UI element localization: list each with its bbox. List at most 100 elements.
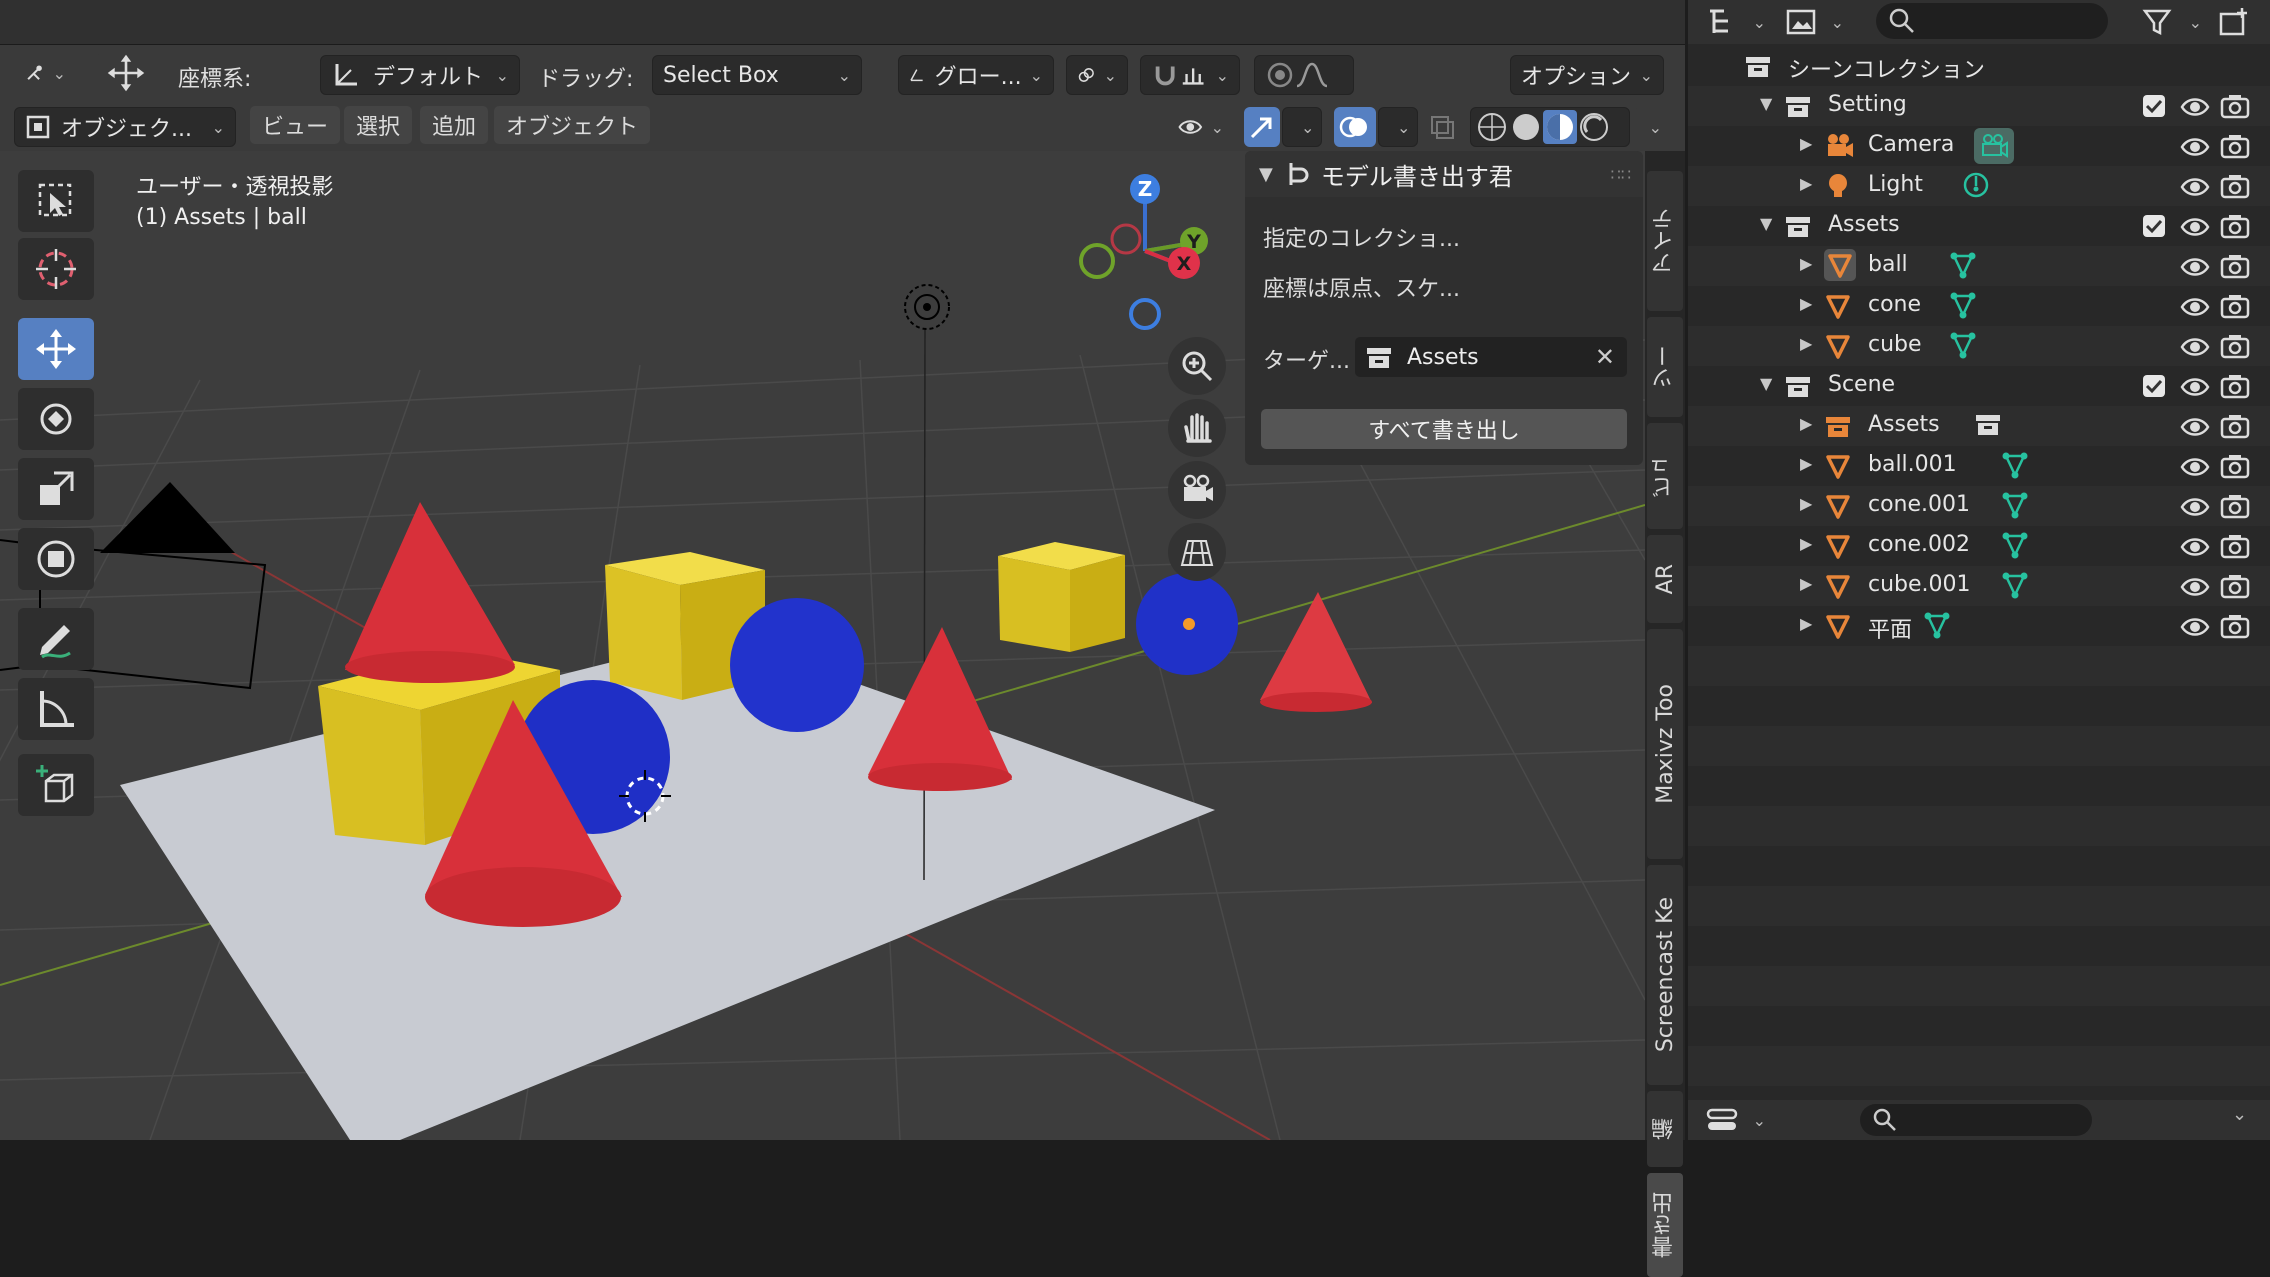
- outliner-row[interactable]: ▶ cone.001: [1688, 486, 2270, 526]
- outliner-row[interactable]: ▶ cube.001: [1688, 566, 2270, 606]
- add-cube-tool[interactable]: [18, 754, 94, 816]
- pivot-point-dropdown[interactable]: ⌄: [1066, 55, 1128, 95]
- solid-shading-icon[interactable]: [1509, 110, 1543, 144]
- shading-dropdown[interactable]: ⌄: [1634, 107, 1666, 147]
- expand-arrow-icon[interactable]: ▶: [1800, 494, 1812, 513]
- editor-type-dropdown[interactable]: ⌄: [1706, 4, 1766, 40]
- rotate-tool[interactable]: [18, 388, 94, 450]
- cursor-tool[interactable]: [18, 238, 94, 300]
- cone-far-object[interactable]: [1260, 592, 1372, 712]
- expand-arrow-icon[interactable]: ▶: [1800, 534, 1812, 553]
- transform-mode-button[interactable]: [96, 53, 156, 93]
- outliner-row[interactable]: ▶ ball.001: [1688, 446, 2270, 486]
- eye-icon[interactable]: [2180, 534, 2210, 562]
- render-camera-icon[interactable]: [2220, 572, 2250, 600]
- menu-object[interactable]: オブジェクト: [494, 106, 651, 144]
- menu-select[interactable]: 選択: [344, 106, 413, 144]
- drag-handle-icon[interactable]: ∷∷: [1611, 165, 1631, 184]
- annotate-tool[interactable]: [18, 608, 94, 670]
- eye-icon[interactable]: [2180, 414, 2210, 442]
- mesh-data-icon[interactable]: [1948, 330, 1976, 359]
- eye-icon[interactable]: [2180, 214, 2210, 242]
- outliner-row[interactable]: ▶ Camera: [1688, 126, 2270, 166]
- ball-mid-object[interactable]: [730, 598, 864, 732]
- render-camera-icon[interactable]: [2220, 132, 2250, 160]
- scale-tool[interactable]: [18, 458, 94, 520]
- exclude-checkbox[interactable]: [2142, 94, 2172, 122]
- expand-arrow-icon[interactable]: ▶: [1800, 334, 1812, 353]
- visibility-dropdown[interactable]: ⌄: [1168, 107, 1234, 147]
- outliner-row[interactable]: ▶ cone.002: [1688, 526, 2270, 566]
- render-camera-icon[interactable]: [2220, 532, 2250, 560]
- expand-arrow-icon[interactable]: ▶: [1800, 254, 1812, 273]
- light-data-icon[interactable]: [1961, 170, 1989, 198]
- tab-export[interactable]: 書き出: [1647, 1173, 1683, 1277]
- ortho-toggle-button[interactable]: [1168, 523, 1226, 581]
- material-shading-active[interactable]: [1543, 110, 1577, 144]
- render-camera-icon[interactable]: [2220, 172, 2250, 200]
- options-dropdown[interactable]: オプション ⌄: [1510, 55, 1664, 95]
- select-box-tool[interactable]: [18, 170, 94, 232]
- wireframe-shading-icon[interactable]: [1475, 110, 1509, 144]
- collapse-arrow-icon[interactable]: ▼: [1760, 214, 1772, 233]
- eye-icon[interactable]: [2180, 494, 2210, 522]
- outliner-row[interactable]: ▶ cube: [1688, 326, 2270, 366]
- xray-toggle[interactable]: [1424, 107, 1462, 147]
- navigation-gizmo[interactable]: Z Y X: [1070, 171, 1220, 341]
- eye-icon[interactable]: [2180, 334, 2210, 362]
- outliner-row[interactable]: ▼ Scene: [1688, 366, 2270, 406]
- eye-icon[interactable]: [2180, 174, 2210, 202]
- overlays-toggle[interactable]: [1334, 107, 1376, 147]
- eye-icon[interactable]: [2180, 254, 2210, 282]
- render-camera-icon[interactable]: [2220, 372, 2250, 400]
- tab-view[interactable]: ビュ: [1647, 423, 1683, 529]
- expand-arrow-icon[interactable]: ▶: [1800, 174, 1812, 193]
- collapse-chevron-icon[interactable]: ⌄: [2232, 1104, 2247, 1125]
- clear-icon[interactable]: ✕: [1595, 343, 1615, 371]
- expand-arrow-icon[interactable]: ▶: [1800, 614, 1812, 633]
- menu-view[interactable]: ビュー: [250, 106, 341, 144]
- export-all-button[interactable]: すべて書き出し: [1261, 409, 1627, 449]
- proportional-editing-toggle[interactable]: [1254, 55, 1354, 95]
- outliner-row[interactable]: ▶ Assets: [1688, 406, 2270, 446]
- render-camera-icon[interactable]: [2220, 612, 2250, 640]
- tab-ar[interactable]: AR: [1647, 535, 1683, 623]
- active-tool-button[interactable]: ⌄: [14, 53, 76, 93]
- tab-tool[interactable]: ツー: [1647, 317, 1683, 417]
- outliner-row[interactable]: シーンコレクション: [1688, 46, 2270, 86]
- render-camera-icon[interactable]: [2220, 332, 2250, 360]
- outliner-search-input[interactable]: [1876, 3, 2108, 39]
- target-collection-field[interactable]: Assets ✕: [1355, 337, 1627, 377]
- eye-icon[interactable]: [2180, 134, 2210, 162]
- outliner-row[interactable]: ▼ Assets: [1688, 206, 2270, 246]
- rendered-shading-icon[interactable]: [1577, 110, 1611, 144]
- tab-maxivz[interactable]: Maxivz Too: [1647, 629, 1683, 859]
- camera-view-button[interactable]: [1168, 461, 1226, 519]
- display-mode-dropdown[interactable]: ⌄: [1784, 4, 1844, 40]
- measure-tool[interactable]: [18, 678, 94, 740]
- outliner-row[interactable]: ▶ 平面: [1688, 606, 2270, 646]
- render-camera-icon[interactable]: [2220, 412, 2250, 440]
- camera-data-icon[interactable]: [1974, 128, 2014, 164]
- exclude-checkbox[interactable]: [2142, 374, 2172, 402]
- collapse-arrow-icon[interactable]: ▼: [1760, 374, 1772, 393]
- transform-orientation-dropdown[interactable]: グロー... ⌄: [898, 55, 1054, 95]
- render-camera-icon[interactable]: [2220, 292, 2250, 320]
- panel-header[interactable]: ▼ モデル書き出す君 ∷∷: [1245, 151, 1643, 197]
- eye-icon[interactable]: [2180, 614, 2210, 642]
- collapse-arrow-icon[interactable]: ▼: [1760, 94, 1772, 113]
- outliner-row[interactable]: ▼ Setting: [1688, 86, 2270, 126]
- outliner-row[interactable]: ▶ ball: [1688, 246, 2270, 286]
- zoom-button[interactable]: [1168, 337, 1226, 395]
- cube-far-object[interactable]: [998, 542, 1125, 652]
- mesh-data-icon[interactable]: [1922, 610, 1950, 639]
- cone-back-object[interactable]: [345, 502, 515, 683]
- outliner-row[interactable]: ▶ Light: [1688, 166, 2270, 206]
- render-camera-icon[interactable]: [2220, 492, 2250, 520]
- overlays-dropdown[interactable]: ⌄: [1378, 107, 1418, 147]
- eye-icon[interactable]: [2180, 294, 2210, 322]
- coordinate-system-dropdown[interactable]: デフォルト ⌄: [320, 55, 520, 95]
- mode-dropdown[interactable]: オブジェク... ⌄: [14, 107, 236, 147]
- properties-search-input[interactable]: [1860, 1104, 2092, 1136]
- gizmo-dropdown[interactable]: ⌄: [1282, 107, 1322, 147]
